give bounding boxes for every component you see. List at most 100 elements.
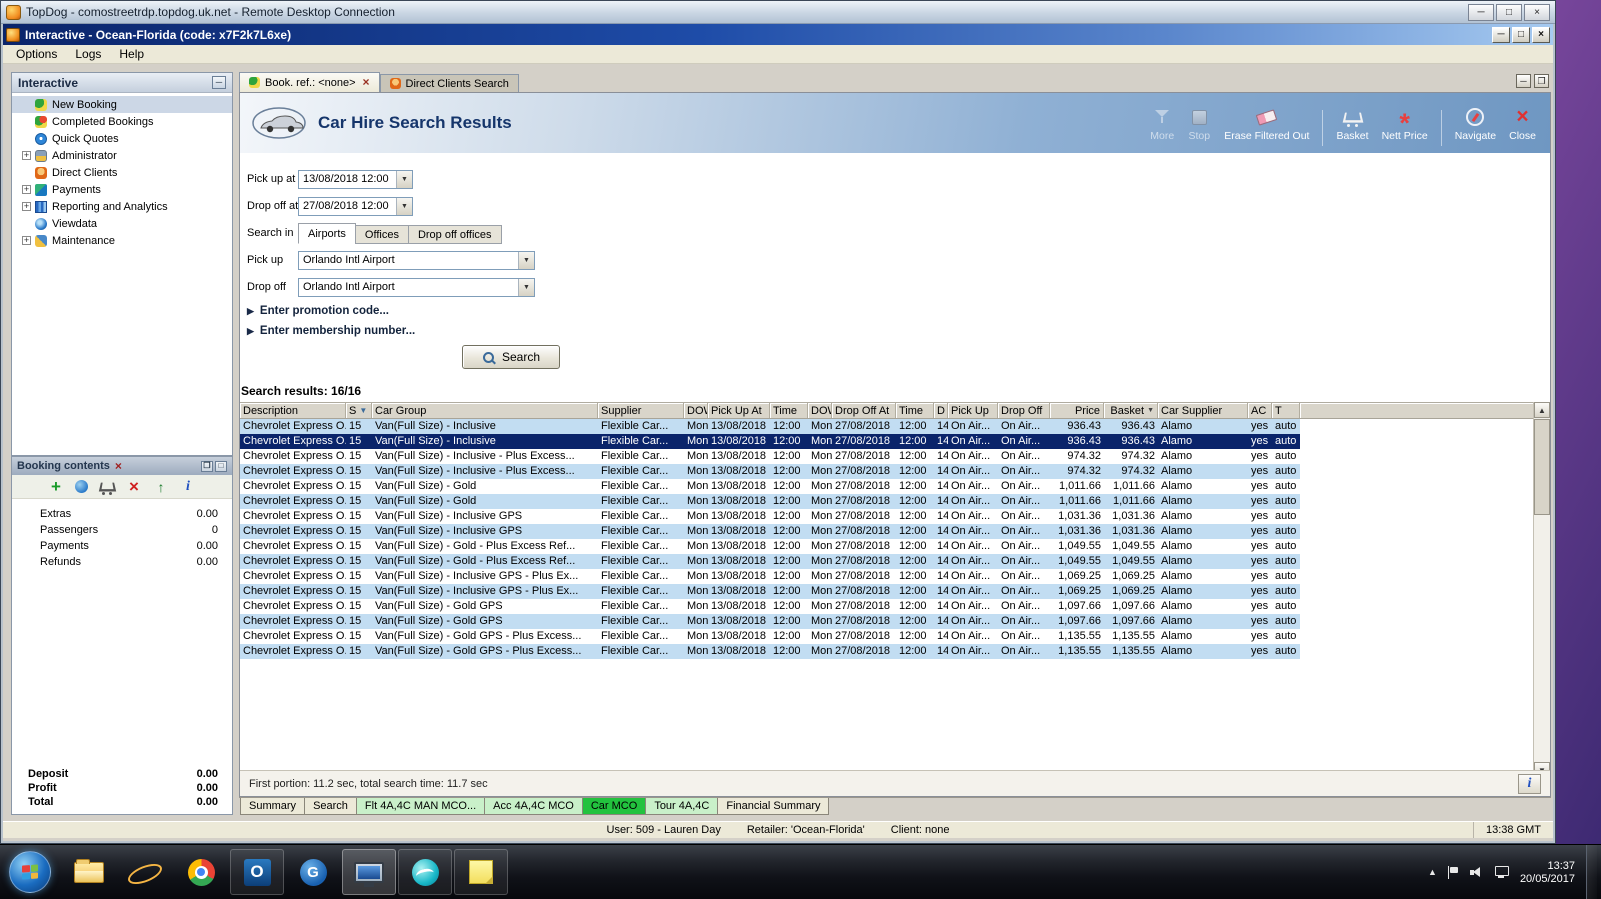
column-header-time[interactable]: Time <box>770 403 808 418</box>
rdp-maximize-button[interactable]: □ <box>1496 3 1522 21</box>
expander-icon[interactable]: + <box>22 151 31 160</box>
app-minimize-button[interactable]: ─ <box>1492 26 1510 43</box>
info-button[interactable]: i <box>1518 773 1541 794</box>
info-icon[interactable] <box>180 479 196 495</box>
bottom-tab-acc-4a-4c-mco[interactable]: Acc 4A,4C MCO <box>484 798 583 815</box>
result-row[interactable]: Chevrolet Express O... 15 Van(Full Size) -… <box>240 644 1300 659</box>
pickup-location-combobox[interactable]: Orlando Intl Airport ▼ <box>298 251 535 270</box>
column-header-description[interactable]: Description <box>240 403 346 418</box>
chevron-down-icon[interactable]: ▼ <box>396 171 412 188</box>
search-button[interactable]: Search <box>462 345 560 369</box>
scrollbar-up-button[interactable]: ▲ <box>1534 402 1550 418</box>
membership-number-toggle[interactable]: ▶ Enter membership number... <box>247 325 415 337</box>
toolbar-erase-filtered-out-button[interactable]: Erase Filtered Out <box>1224 107 1309 142</box>
result-row[interactable]: Chevrolet Express O... 15 Van(Full Size) -… <box>240 539 1300 554</box>
expander-icon[interactable]: + <box>22 236 31 245</box>
column-header-drop-off[interactable]: Drop Off <box>998 403 1050 418</box>
network-icon[interactable] <box>1494 866 1509 878</box>
sidebar-item-viewdata[interactable]: Viewdata <box>12 215 232 232</box>
basket-icon[interactable] <box>99 479 115 495</box>
bottom-tab-financial-summary[interactable]: Financial Summary <box>717 798 830 815</box>
sidebar-item-quick-quotes[interactable]: Quick Quotes <box>12 130 232 147</box>
delete-icon[interactable] <box>126 479 142 495</box>
sidebar-item-administrator[interactable]: + Administrator <box>12 147 232 164</box>
remote-desktop-titlebar[interactable]: TopDog - comostreetrdp.topdog.uk.net - R… <box>1 1 1555 24</box>
sidebar-item-direct-clients[interactable]: Direct Clients <box>12 164 232 181</box>
search-in-tab-offices[interactable]: Offices <box>354 225 409 244</box>
taskbar-teal-app-button[interactable] <box>398 849 452 895</box>
result-row[interactable]: Chevrolet Express O... 15 Van(Full Size) -… <box>240 584 1300 599</box>
taskbar-remote-desktop-button[interactable] <box>342 849 396 895</box>
column-header-car-supplier[interactable]: Car Supplier <box>1158 403 1248 418</box>
mdi-minimize-button[interactable]: ─ <box>1516 74 1531 88</box>
show-desktop-button[interactable] <box>1586 845 1597 899</box>
dropoff-location-combobox[interactable]: Orlando Intl Airport ▼ <box>298 278 535 297</box>
result-row[interactable]: Chevrolet Express O... 15 Van(Full Size) -… <box>240 419 1300 434</box>
app-close-button[interactable]: × <box>1532 26 1550 43</box>
result-row[interactable]: Chevrolet Express O... 15 Van(Full Size) -… <box>240 614 1300 629</box>
toolbar-nett-price-button[interactable]: Nett Price <box>1382 107 1428 142</box>
panel-collapse-button[interactable]: ─ <box>212 76 226 89</box>
taskbar-chrome-button[interactable] <box>174 849 228 895</box>
search-in-tab-airports[interactable]: Airports <box>298 223 356 244</box>
taskbar-explorer-button[interactable] <box>62 849 116 895</box>
column-header-price[interactable]: Price <box>1050 403 1104 418</box>
menu-options[interactable]: Options <box>7 45 66 63</box>
column-header-supplier[interactable]: Supplier <box>598 403 684 418</box>
search-in-tab-drop-off-offices[interactable]: Drop off offices <box>407 225 502 244</box>
column-header-drop-off-at[interactable]: Drop Off At <box>832 403 896 418</box>
rdp-close-button[interactable]: × <box>1524 3 1550 21</box>
result-row[interactable]: Chevrolet Express O... 15 Van(Full Size) -… <box>240 569 1300 584</box>
promotion-code-toggle[interactable]: ▶ Enter promotion code... <box>247 305 389 317</box>
mdi-restore-button[interactable]: ❐ <box>1534 74 1549 88</box>
sidebar-item-payments[interactable]: + Payments <box>12 181 232 198</box>
result-row[interactable]: Chevrolet Express O... 15 Van(Full Size) -… <box>240 509 1300 524</box>
result-row[interactable]: Chevrolet Express O... 15 Van(Full Size) -… <box>240 434 1300 449</box>
action-center-icon[interactable] <box>1447 865 1459 879</box>
result-row[interactable]: Chevrolet Express O... 15 Van(Full Size) -… <box>240 554 1300 569</box>
bottom-tab-search[interactable]: Search <box>304 798 357 815</box>
expander-icon[interactable]: + <box>22 185 31 194</box>
sidebar-item-completed-bookings[interactable]: Completed Bookings <box>12 113 232 130</box>
column-header-ac[interactable]: AC <box>1248 403 1272 418</box>
taskbar-internet-explorer-button[interactable] <box>118 849 172 895</box>
volume-icon[interactable] <box>1469 866 1484 878</box>
column-header-dow[interactable]: DOW <box>684 403 708 418</box>
filter-icon[interactable]: ▼ <box>359 406 367 415</box>
toolbar-close-button[interactable]: Close <box>1509 107 1536 142</box>
column-header-dow[interactable]: DOW <box>808 403 832 418</box>
chevron-down-icon[interactable]: ▼ <box>396 198 412 215</box>
column-header-t[interactable]: T <box>1272 403 1300 418</box>
result-row[interactable]: Chevrolet Express O... 15 Van(Full Size) -… <box>240 479 1300 494</box>
bottom-tab-summary[interactable]: Summary <box>240 798 306 815</box>
app-maximize-button[interactable]: □ <box>1512 26 1530 43</box>
column-header-d[interactable]: D <box>934 403 948 418</box>
scrollbar-thumb[interactable] <box>1534 419 1550 515</box>
booking-contents-close-icon[interactable]: × <box>115 460 122 472</box>
column-header-s[interactable]: S ▼ <box>346 403 372 418</box>
bottom-tab-tour-4a-4c[interactable]: Tour 4A,4C <box>645 798 719 815</box>
expander-icon[interactable]: + <box>22 202 31 211</box>
taskbar-g-app-button[interactable] <box>286 849 340 895</box>
column-header-basket[interactable]: Basket ▼ <box>1104 403 1158 418</box>
result-row[interactable]: Chevrolet Express O... 15 Van(Full Size) -… <box>240 494 1300 509</box>
toolbar-navigate-button[interactable]: Navigate <box>1455 107 1496 142</box>
tab-close-icon[interactable]: × <box>363 76 370 88</box>
booking-panel-maximize-button[interactable]: □ <box>215 460 227 472</box>
dropoff-at-combobox[interactable]: 27/08/2018 12:00 ▼ <box>298 197 413 216</box>
tab-booking-ref[interactable]: Book. ref.: <none> × <box>239 72 380 92</box>
pickup-at-combobox[interactable]: 13/08/2018 12:00 ▼ <box>298 170 413 189</box>
sidebar-item-reporting-and-analytics[interactable]: + Reporting and Analytics <box>12 198 232 215</box>
upload-icon[interactable] <box>153 479 169 495</box>
sidebar-item-new-booking[interactable]: New Booking <box>12 96 232 113</box>
taskbar-outlook-button[interactable] <box>230 849 284 895</box>
toolbar-basket-button[interactable]: Basket <box>1336 107 1369 142</box>
column-header-pick-up[interactable]: Pick Up <box>948 403 998 418</box>
menu-help[interactable]: Help <box>110 45 153 63</box>
menu-logs[interactable]: Logs <box>66 45 110 63</box>
booking-panel-restore-button[interactable]: ❐ <box>201 460 213 472</box>
chevron-down-icon[interactable]: ▼ <box>518 252 534 269</box>
globe-icon[interactable] <box>75 480 88 493</box>
column-header-time[interactable]: Time <box>896 403 934 418</box>
clock[interactable]: 13:37 20/05/2017 <box>1520 858 1575 886</box>
